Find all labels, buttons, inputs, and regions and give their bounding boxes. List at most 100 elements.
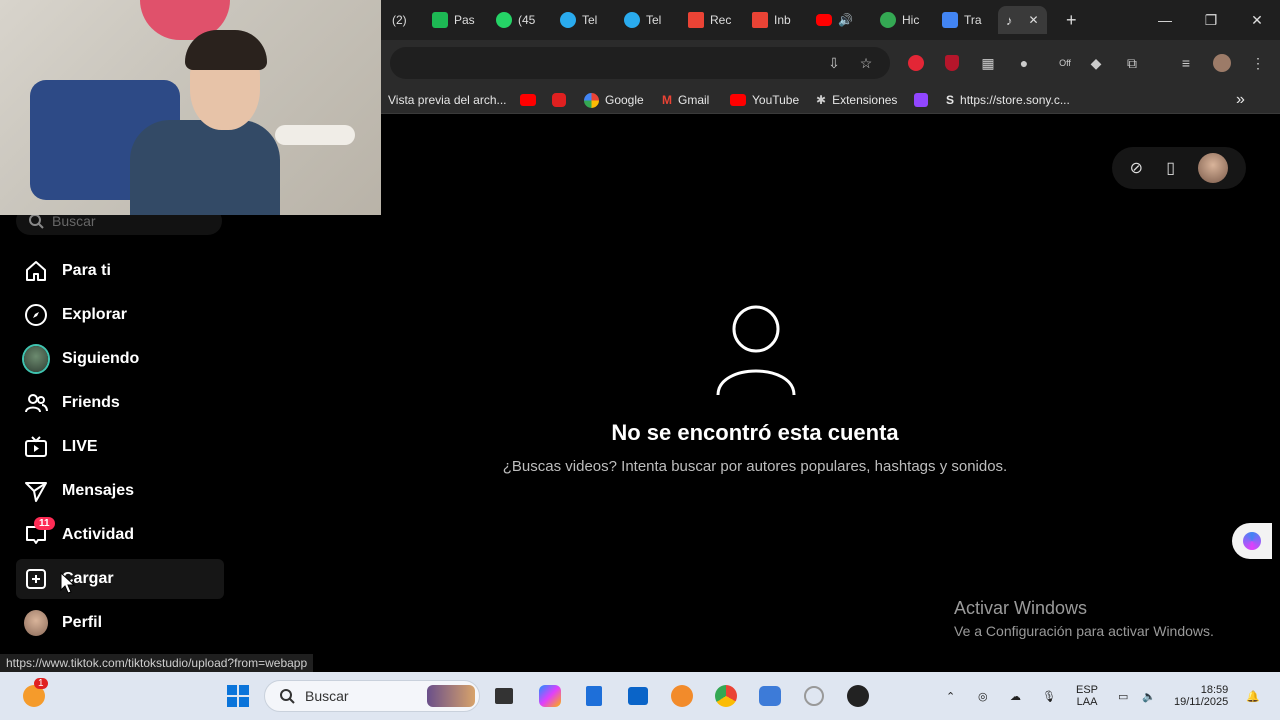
app-icon[interactable] [800,682,828,710]
extension-off-icon[interactable]: Off [1050,53,1080,73]
extension-icon[interactable]: ◆ [1086,53,1106,73]
microphone-icon[interactable]: 🎙 [1042,672,1056,720]
clock[interactable]: 18:59 19/11/2025 [1174,672,1228,720]
store-icon[interactable] [624,682,652,710]
weather-widget-icon[interactable]: 1 [20,678,48,710]
tab[interactable]: 🔊 [816,6,853,34]
taskbar-search[interactable]: Buscar [264,680,480,712]
tab[interactable]: (45 [496,6,535,34]
media-control-icon[interactable]: ≡ [1176,53,1196,73]
chrome-icon[interactable] [712,682,740,710]
puzzle-icon: ✱ [816,93,827,107]
copilot-icon[interactable] [536,682,564,710]
bookmark-item[interactable] [552,92,566,108]
bookmark-star-icon[interactable]: ☆ [856,53,876,73]
following-avatar [24,346,48,372]
youtube-icon [816,14,832,26]
windows-start-icon[interactable] [224,682,252,710]
bookmark-label: https://store.sony.c... [960,93,1070,107]
notes-icon[interactable] [580,682,608,710]
extension-adblock-icon[interactable] [906,53,926,73]
bookmark-item[interactable]: S https://store.sony.c... [946,92,1070,108]
user-avatar[interactable] [1198,153,1229,183]
sidebar-item-label: Friends [62,394,120,411]
webcam-person [130,120,280,215]
sidebar-item-siguiendo[interactable]: Siguiendo [16,339,224,379]
onedrive-icon[interactable]: ☁ [1010,672,1021,720]
sidebar-item-actividad[interactable]: 11 Actividad [16,515,224,555]
mouse-cursor-icon [60,572,76,594]
compass-icon[interactable]: ⊘ [1130,158,1143,178]
tab-label: Tel [646,13,662,27]
twitch-icon [914,93,928,107]
profile-avatar[interactable] [1212,53,1232,73]
tab[interactable]: Tra [942,6,982,34]
sidebar-item-para-ti[interactable]: Para ti [16,251,224,291]
volume-icon[interactable]: 🔈 [1142,672,1156,720]
profile-avatar [24,610,48,636]
tab-active[interactable]: ♪ ✕ [998,6,1047,34]
tab[interactable]: Tel [560,6,597,34]
language-indicator[interactable]: ESP LAA [1076,672,1098,720]
close-window-button[interactable]: ✕ [1234,0,1280,40]
tab[interactable]: Tel [624,6,661,34]
compass-icon [24,303,48,327]
sidebar-item-perfil[interactable]: Perfil [16,603,224,643]
maps-pin-icon [880,12,896,28]
file-explorer-icon[interactable] [490,682,518,710]
top-right-controls: ⊘ ▯ [1112,147,1246,189]
bookmark-item[interactable]: ✱ Extensiones [816,92,897,108]
bookmark-item[interactable] [520,92,536,108]
bookmark-label: Google [605,93,644,107]
tab[interactable]: Pas [432,6,475,34]
sony-icon: S [946,93,955,107]
tab[interactable]: Inb [752,6,791,34]
tab[interactable]: Rec [688,6,731,34]
mobile-app-icon[interactable]: ▯ [1166,158,1175,178]
sidebar-item-live[interactable]: LIVE [16,427,224,467]
extension-icon[interactable]: ▦ [978,53,998,73]
webcam-decor [275,125,355,145]
search-placeholder: Buscar [52,213,96,229]
bookmark-item[interactable]: YouTube [730,92,799,108]
install-app-icon[interactable]: ⇩ [824,53,844,73]
new-tab-button[interactable]: + [1066,6,1077,34]
taskbar-search-label: Buscar [305,688,349,704]
search-icon [280,689,295,704]
restore-button[interactable]: ❐ [1188,0,1234,40]
tray-icon[interactable]: ◎ [978,672,988,720]
tab-label: Tel [582,13,598,27]
tab-label: Hic [902,13,920,27]
app-icon[interactable] [756,682,784,710]
extension-ublock-icon[interactable] [942,53,962,73]
bookmark-item[interactable]: Google [584,92,644,108]
floating-assistant-icon[interactable] [1232,523,1272,559]
obs-icon[interactable] [844,682,872,710]
bookmark-item[interactable] [914,92,928,108]
bookmarks-overflow-button[interactable]: » [1236,91,1245,108]
app-icon[interactable] [668,682,696,710]
windows-activation-subtitle: Ve a Configuración para activar Windows. [954,623,1214,639]
tab[interactable]: Hic [880,6,919,34]
address-bar[interactable] [390,47,890,79]
restore-icon: ❐ [1204,11,1218,28]
sidebar-item-cargar[interactable]: Cargar [16,559,224,599]
network-icon[interactable]: ▭ [1118,672,1128,720]
minimize-button[interactable]: — [1142,0,1188,40]
live-tv-icon [24,435,48,459]
sidebar-item-explorar[interactable]: Explorar [16,295,224,335]
sidebar-item-mensajes[interactable]: Mensajes [16,471,224,511]
extension-icon[interactable]: ● [1014,53,1034,73]
bookmark-item[interactable]: Vista previa del arch... [388,92,507,108]
sidebar-item-friends[interactable]: Friends [16,383,224,423]
notifications-bell-icon[interactable]: 🔔 [1246,672,1260,720]
kebab-menu-icon[interactable]: ⋮ [1248,53,1268,73]
tray-overflow-icon[interactable]: ⌃ [946,672,955,720]
sidebar-item-label: Explorar [62,306,127,323]
plus-icon: + [1066,9,1077,30]
tab[interactable]: (2) [392,6,407,34]
bookmark-item[interactable]: M Gmail [662,92,709,108]
tab-label: Tra [964,13,982,27]
extensions-puzzle-icon[interactable]: ⧉ [1122,53,1142,73]
close-tab-icon[interactable]: ✕ [1029,13,1039,27]
